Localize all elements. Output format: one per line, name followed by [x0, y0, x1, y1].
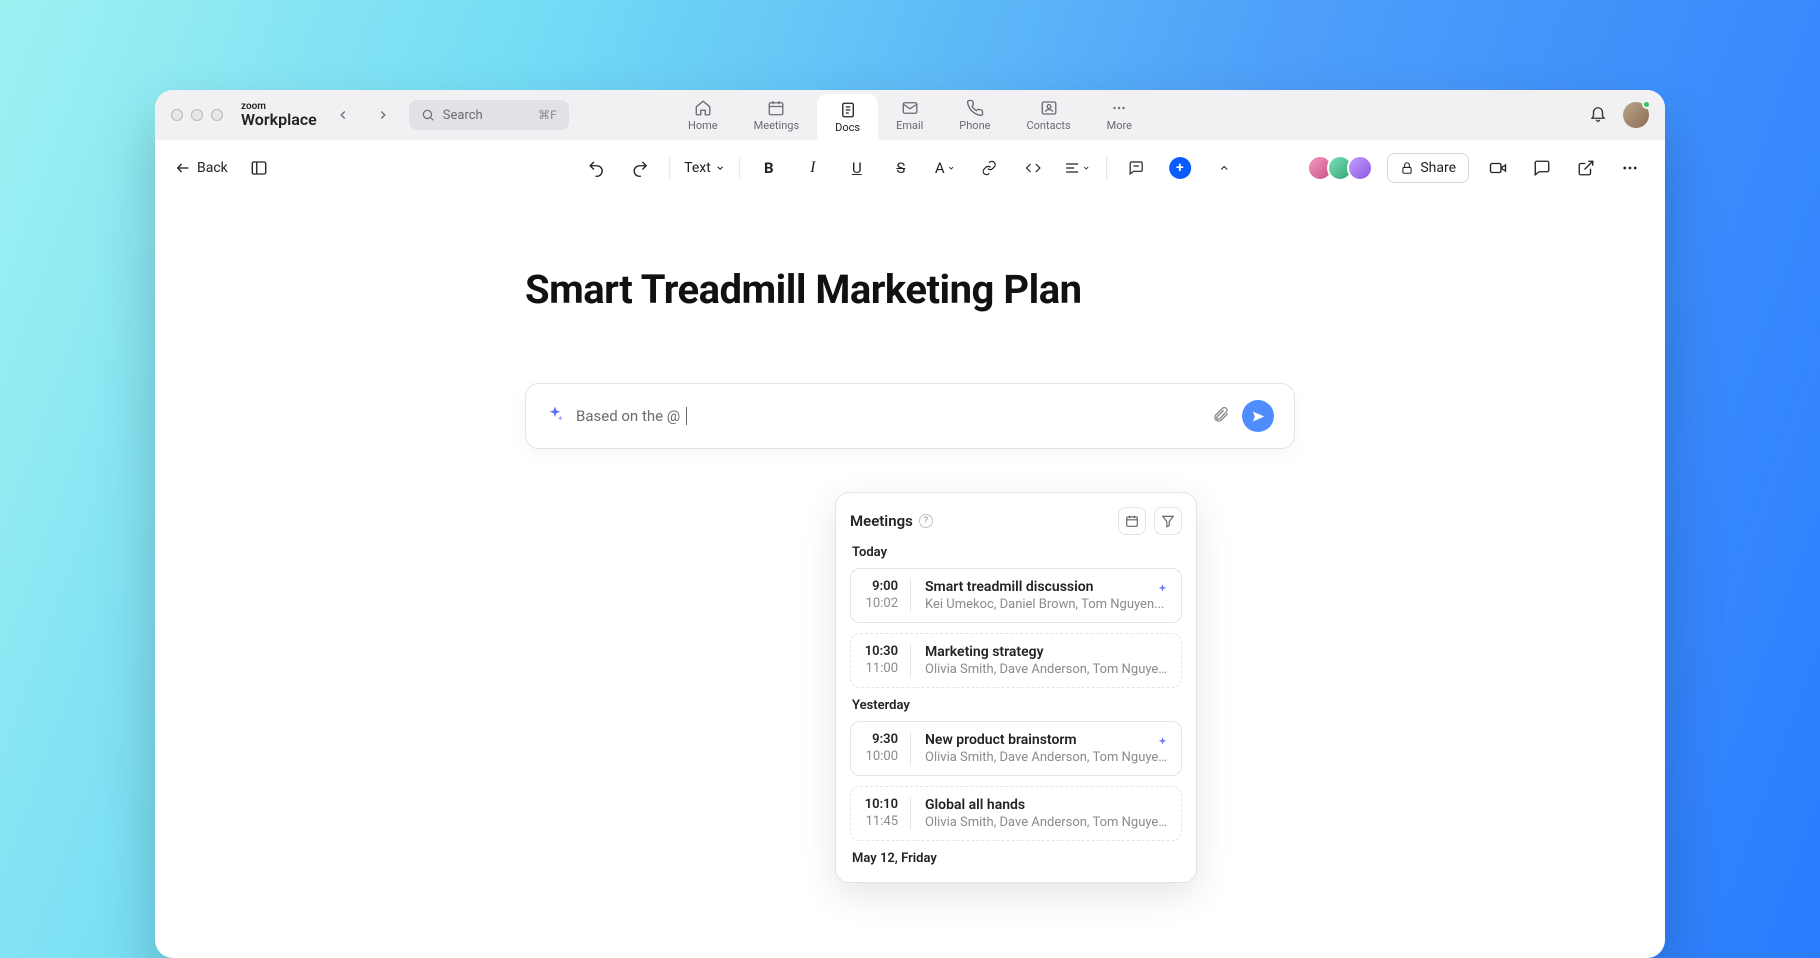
bold-icon[interactable]: B — [754, 153, 784, 183]
more-icon[interactable] — [1615, 153, 1645, 183]
link-icon[interactable] — [974, 153, 1004, 183]
document-area: Smart Treadmill Marketing Plan Based on … — [155, 196, 1665, 958]
tab-phone[interactable]: Phone — [941, 90, 1008, 140]
meeting-item[interactable]: 10:30 11:00 Marketing strategy Olivia Sm… — [850, 633, 1182, 688]
send-button[interactable] — [1242, 400, 1274, 432]
tab-label: Meetings — [754, 119, 799, 132]
brand-bottom: Workplace — [241, 112, 317, 128]
open-external-icon[interactable] — [1571, 153, 1601, 183]
undo-icon[interactable] — [581, 153, 611, 183]
tab-label: Phone — [959, 119, 990, 132]
ai-prompt-bar: Based on the @ — [525, 383, 1295, 449]
tab-label: Docs — [835, 121, 860, 134]
text-style-label: Text — [684, 160, 711, 176]
meeting-attendees: Olivia Smith, Dave Anderson, Tom Nguyen.… — [925, 815, 1169, 830]
meeting-attendees: Olivia Smith, Dave Anderson, Tom Nguyen.… — [925, 662, 1169, 677]
group-label: Today — [852, 545, 1180, 560]
sparkle-icon — [1156, 581, 1169, 600]
strikethrough-icon[interactable]: S — [886, 153, 916, 183]
sparkle-icon — [1156, 734, 1169, 753]
tab-meetings[interactable]: Meetings — [736, 90, 817, 140]
insert-button[interactable]: + — [1165, 153, 1195, 183]
meeting-start: 9:30 — [872, 732, 898, 747]
back-button[interactable]: Back — [175, 160, 228, 176]
window-close[interactable] — [171, 109, 183, 121]
tab-email[interactable]: Email — [878, 90, 941, 140]
back-label: Back — [197, 160, 228, 176]
sparkle-icon — [546, 405, 564, 427]
align-icon[interactable] — [1062, 153, 1092, 183]
attachment-icon[interactable] — [1212, 405, 1230, 427]
collaborator-avatars[interactable] — [1313, 155, 1373, 181]
meeting-item[interactable]: 10:10 11:45 Global all hands Olivia Smit… — [850, 786, 1182, 841]
underline-icon[interactable]: U — [842, 153, 872, 183]
titlebar: zoom Workplace Search ⌘F Home Meetings — [155, 90, 1665, 140]
window-maximize[interactable] — [211, 109, 223, 121]
meetings-popover: Meetings ? Today 9:00 10:02 — [835, 492, 1197, 883]
comment-icon[interactable] — [1121, 153, 1151, 183]
presence-indicator — [1642, 100, 1651, 109]
app-window: zoom Workplace Search ⌘F Home Meetings — [155, 90, 1665, 958]
meeting-item[interactable]: 9:30 10:00 New product brainstorm Olivia… — [850, 721, 1182, 776]
meeting-item[interactable]: 9:00 10:02 Smart treadmill discussion Ke… — [850, 568, 1182, 623]
page-title[interactable]: Smart Treadmill Marketing Plan — [525, 266, 1295, 313]
tab-label: Home — [688, 119, 718, 132]
avatar — [1347, 155, 1373, 181]
help-icon[interactable]: ? — [919, 514, 933, 528]
window-controls — [171, 109, 223, 121]
prompt-text-value: Based on the @ — [576, 407, 680, 425]
share-label: Share — [1420, 160, 1456, 176]
calendar-icon[interactable] — [1118, 507, 1146, 535]
editor-toolbar: Back Text B I U S A — [155, 140, 1665, 196]
meeting-end: 10:02 — [866, 596, 898, 611]
notifications-icon[interactable] — [1589, 104, 1607, 126]
top-tabs: Home Meetings Docs Email Phone Contacts — [670, 90, 1150, 140]
meeting-end: 10:00 — [866, 749, 898, 764]
window-minimize[interactable] — [191, 109, 203, 121]
meeting-attendees: Olivia Smith, Dave Anderson, Tom Nguyen.… — [925, 750, 1169, 765]
meeting-start: 10:30 — [865, 644, 898, 659]
tab-label: Email — [896, 119, 923, 132]
text-cursor — [686, 407, 687, 425]
nav-back[interactable] — [329, 101, 357, 129]
prompt-input[interactable]: Based on the @ — [576, 407, 1200, 425]
search-placeholder: Search — [443, 108, 483, 123]
meeting-title: New product brainstorm — [925, 732, 1169, 748]
code-icon[interactable] — [1018, 153, 1048, 183]
tab-docs[interactable]: Docs — [817, 94, 878, 140]
filter-icon[interactable] — [1154, 507, 1182, 535]
user-avatar[interactable] — [1623, 102, 1649, 128]
meeting-end: 11:45 — [866, 814, 898, 829]
tab-more[interactable]: More — [1089, 90, 1150, 140]
meeting-title: Smart treadmill discussion — [925, 579, 1169, 595]
tab-label: More — [1107, 119, 1132, 132]
chat-icon[interactable] — [1527, 153, 1557, 183]
text-color-icon[interactable]: A — [930, 153, 960, 183]
search-shortcut: ⌘F — [538, 108, 557, 122]
meeting-title: Marketing strategy — [925, 644, 1169, 660]
tab-home[interactable]: Home — [670, 90, 736, 140]
toggle-sidebar-icon[interactable] — [244, 153, 274, 183]
tab-contacts[interactable]: Contacts — [1008, 90, 1088, 140]
popover-title: Meetings — [850, 512, 913, 530]
video-icon[interactable] — [1483, 153, 1513, 183]
nav-forward[interactable] — [369, 101, 397, 129]
group-label: May 12, Friday — [852, 851, 1180, 866]
share-button[interactable]: Share — [1387, 153, 1469, 183]
meeting-end: 11:00 — [866, 661, 898, 676]
redo-icon[interactable] — [625, 153, 655, 183]
plus-icon: + — [1169, 157, 1191, 179]
meeting-start: 10:10 — [865, 797, 898, 812]
text-style-dropdown[interactable]: Text — [684, 160, 725, 176]
tab-label: Contacts — [1026, 119, 1070, 132]
meeting-attendees: Kei Umekoc, Daniel Brown, Tom Nguyen... — [925, 597, 1169, 612]
collapse-toolbar-icon[interactable] — [1209, 153, 1239, 183]
group-label: Yesterday — [852, 698, 1180, 713]
search-input[interactable]: Search ⌘F — [409, 100, 569, 130]
meeting-start: 9:00 — [872, 579, 898, 594]
italic-icon[interactable]: I — [798, 153, 828, 183]
meeting-title: Global all hands — [925, 797, 1169, 813]
brand-logo: zoom Workplace — [241, 102, 317, 128]
